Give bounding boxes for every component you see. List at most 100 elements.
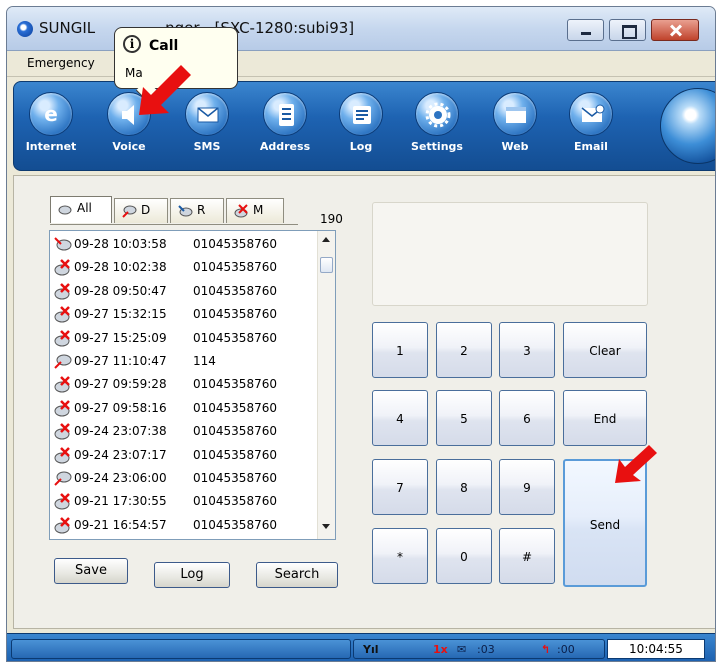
call-number: 01045358760	[193, 283, 277, 298]
window-icon	[506, 107, 526, 123]
toolbar-web-button[interactable]: Web	[482, 92, 548, 164]
main-toolbar: e Internet Voice SMS Address Log Setting…	[13, 81, 715, 171]
key-2[interactable]: 2	[436, 322, 492, 378]
toolbar-email-button[interactable]: Email	[558, 92, 624, 164]
call-count: 190	[320, 212, 343, 226]
scroll-thumb[interactable]	[320, 257, 333, 273]
key-0[interactable]: 0	[436, 528, 492, 584]
call-log-row[interactable]: 09-27 09:59:28 01045358760	[50, 373, 314, 395]
call-number: 01045358760	[193, 400, 277, 415]
tooltip-title: Call	[149, 38, 179, 54]
toolbar-log-label: Log	[349, 140, 373, 153]
toolbar-log-button[interactable]: Log	[328, 92, 394, 164]
tab-missed[interactable]: M	[226, 198, 284, 223]
key-3[interactable]: 3	[499, 322, 555, 378]
toolbar-email-label: Email	[574, 140, 608, 153]
missed-call-count: :00	[557, 643, 575, 656]
log-icon	[353, 106, 371, 124]
tab-all[interactable]: All	[50, 196, 112, 223]
call-number: 01045358760	[193, 447, 277, 462]
call-number: 01045358760	[193, 377, 277, 392]
scroll-up-icon[interactable]	[322, 237, 330, 242]
received-call-icon	[54, 237, 72, 251]
tab-received-label: R	[197, 203, 206, 217]
menu-emergency[interactable]: Emergency	[27, 56, 95, 70]
toolbar-settings-button[interactable]: Settings	[404, 92, 470, 164]
key-6[interactable]: 6	[499, 390, 555, 446]
toolbar-internet-label: Internet	[25, 140, 77, 153]
window-title-left: SUNGIL	[39, 19, 96, 37]
signal-strength-icon: Yıl	[363, 643, 379, 656]
gear-icon	[425, 102, 451, 128]
call-number: 01045358760	[193, 494, 277, 509]
status-bar: Yıl 1x ✉ :03 ↰ :00 10:04:55	[7, 633, 715, 661]
address-book-icon	[279, 104, 294, 126]
call-datetime: 09-28 10:02:38	[74, 260, 167, 275]
key-7[interactable]: 7	[372, 459, 428, 515]
toolbar-web-label: Web	[501, 140, 529, 153]
call-log-row[interactable]: 09-27 15:32:15 01045358760	[50, 303, 314, 325]
call-log-row[interactable]: 09-28 10:03:58 01045358760	[50, 233, 314, 255]
dialer-panel: All D R M 190 09-28 10:03:58 01045358760 0…	[13, 175, 715, 629]
toolbar-internet-button[interactable]: e Internet	[18, 92, 84, 164]
end-button[interactable]: End	[563, 390, 647, 446]
key-star[interactable]: *	[372, 528, 428, 584]
call-log-row[interactable]: 09-27 15:25:09 01045358760	[50, 327, 314, 349]
call-log-scrollbar[interactable]	[317, 231, 335, 539]
annotation-arrow-send-icon	[615, 445, 657, 483]
tab-dialed[interactable]: D	[114, 198, 168, 223]
dialed-call-icon	[54, 471, 72, 486]
message-count: :03	[477, 643, 495, 656]
scroll-down-icon[interactable]	[322, 524, 330, 529]
toolbar-voice-label: Voice	[112, 140, 146, 153]
dial-display	[372, 202, 648, 306]
app-logo-icon	[17, 21, 33, 37]
call-arrow-icon: ↰	[541, 643, 551, 656]
call-log-row[interactable]: 09-27 09:58:16 01045358760	[50, 397, 314, 419]
key-hash[interactable]: #	[499, 528, 555, 584]
toolbar-address-button[interactable]: Address	[252, 92, 318, 164]
call-datetime: 09-21 16:54:57	[74, 517, 167, 532]
clear-button[interactable]: Clear	[563, 322, 647, 378]
key-1[interactable]: 1	[372, 322, 428, 378]
call-datetime: 09-28 09:50:47	[74, 283, 167, 298]
search-button[interactable]: Search	[256, 562, 338, 588]
call-log-row[interactable]: 09-27 11:10:47 114	[50, 350, 314, 372]
tab-received[interactable]: R	[170, 198, 224, 223]
missed-call-icon	[54, 399, 70, 417]
key-8[interactable]: 8	[436, 459, 492, 515]
missed-call-icon	[54, 282, 70, 300]
tab-all-label: All	[77, 201, 92, 215]
call-number: 01045358760	[193, 260, 277, 275]
call-log-row[interactable]: 09-21 17:30:55 01045358760	[50, 490, 314, 512]
missed-call-icon	[54, 423, 70, 440]
log-button[interactable]: Log	[154, 562, 230, 588]
missed-call-icon	[234, 204, 248, 218]
key-4[interactable]: 4	[372, 390, 428, 446]
call-number: 01045358760	[193, 517, 277, 532]
call-log-tabs: All D R M	[50, 196, 310, 224]
call-number: 01045358760	[193, 307, 277, 322]
maximize-button[interactable]	[609, 19, 646, 41]
minimize-button[interactable]	[567, 19, 604, 41]
call-datetime: 09-27 09:59:28	[74, 377, 167, 392]
call-log-row[interactable]: 09-24 23:07:17 01045358760	[50, 444, 314, 466]
key-5[interactable]: 5	[436, 390, 492, 446]
save-button[interactable]: Save	[54, 558, 128, 584]
call-log-row[interactable]: 09-24 23:06:00 01045358760	[50, 467, 314, 489]
call-number: 01045358760	[193, 237, 277, 251]
missed-call-icon	[54, 329, 70, 347]
close-button[interactable]	[651, 19, 699, 41]
key-9[interactable]: 9	[499, 459, 555, 515]
call-log-row[interactable]: 09-24 23:07:38 01045358760	[50, 420, 314, 442]
toolbar-sms-label: SMS	[193, 140, 221, 153]
call-number: 01045358760	[193, 424, 277, 439]
call-log-list[interactable]: 09-28 10:03:58 01045358760 09-28 10:02:38 0…	[49, 230, 336, 540]
call-log-row[interactable]: 09-28 09:50:47 01045358760	[50, 280, 314, 302]
call-log-row[interactable]: 09-28 10:02:38 01045358760	[50, 256, 314, 278]
app-window: SUNGIL nger - [SXC-1280:subi93] Emergency…	[6, 6, 716, 662]
call-datetime: 09-27 15:25:09	[74, 330, 167, 345]
call-datetime: 09-24 23:06:00	[74, 471, 167, 485]
all-calls-icon	[58, 205, 72, 215]
call-log-row[interactable]: 09-21 16:54:57 01045358760	[50, 514, 314, 536]
